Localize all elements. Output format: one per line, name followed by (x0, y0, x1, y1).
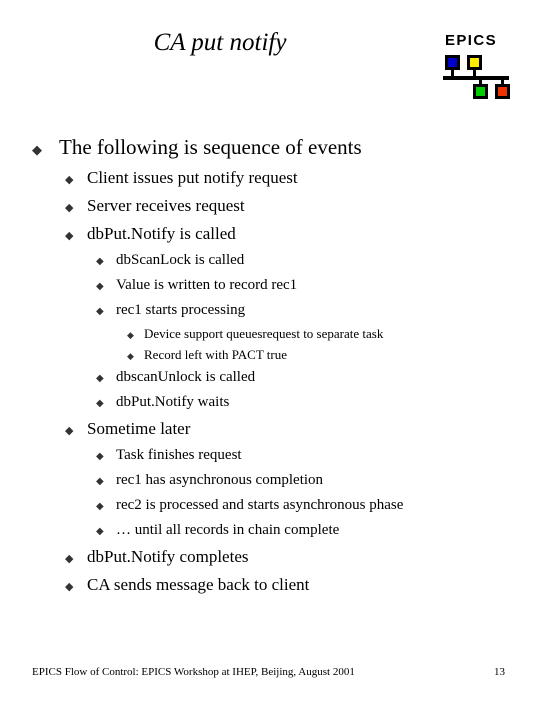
logo-square-green (473, 84, 488, 99)
bullet-text: rec2 is processed and starts asynchronou… (116, 497, 404, 513)
bullet-item: ◆ dbPut.Notify completes (0, 543, 540, 571)
logo-bus-line (443, 76, 509, 80)
bullet-text: Task finishes request (116, 447, 242, 463)
bullet-item: ◆ rec1 starts processing (0, 298, 540, 323)
diamond-bullet-icon: ◆ (65, 424, 74, 437)
bullet-text: Client issues put notify request (87, 168, 298, 187)
bullet-text: rec1 has asynchronous completion (116, 472, 324, 488)
bullet-text: The following is sequence of events (59, 135, 362, 159)
epics-wordmark: EPICS (445, 32, 498, 49)
diamond-bullet-icon: ◆ (96, 501, 104, 512)
diamond-bullet-icon: ◆ (96, 281, 104, 292)
bullet-item: ◆ dbPut.Notify is called (0, 220, 540, 248)
bullet-item: ◆ rec1 has asynchronous completion (0, 468, 540, 493)
bullet-item: ◆ Sometime later (0, 415, 540, 443)
diamond-bullet-icon: ◆ (96, 398, 104, 409)
bullet-item: ◆ Device support queuesrequest to separat… (0, 323, 540, 344)
bullet-item: ◆ Value is written to record rec1 (0, 273, 540, 298)
diamond-bullet-icon: ◆ (96, 373, 104, 384)
bullet-item: ◆ Record left with PACT true (0, 344, 540, 365)
epics-network-diagram-icon (443, 55, 518, 99)
diamond-bullet-icon: ◆ (65, 580, 74, 593)
diamond-bullet-icon: ◆ (65, 552, 74, 565)
bullet-text: Value is written to record rec1 (116, 277, 298, 293)
bullet-item: ◆ dbScanLock is called (0, 248, 540, 273)
bullet-item: ◆ dbPut.Notify waits (0, 390, 540, 415)
slide-footer: EPICS Flow of Control: EPICS Workshop at… (0, 664, 540, 684)
bullet-item: ◆ The following is sequence of events (0, 130, 540, 164)
diamond-bullet-icon: ◆ (96, 526, 104, 537)
epics-logo: EPICS (443, 32, 518, 99)
bullet-text: rec1 starts processing (116, 302, 246, 318)
bullet-item: ◆ … until all records in chain complete (0, 518, 540, 543)
bullet-text: Sometime later (87, 419, 191, 438)
bullet-text: Record left with PACT true (144, 347, 287, 362)
bullet-text: … until all records in chain complete (116, 522, 340, 538)
bullet-text: CA sends message back to client (87, 575, 310, 594)
diamond-bullet-icon: ◆ (65, 201, 74, 214)
bullet-item: ◆ CA sends message back to client (0, 571, 540, 599)
bullet-text: Device support queuesrequest to separate… (144, 326, 384, 341)
diamond-bullet-icon: ◆ (96, 306, 104, 317)
diamond-bullet-icon: ◆ (96, 256, 104, 267)
diamond-bullet-icon: ◆ (96, 451, 104, 462)
bullet-item: ◆ dbscanUnlock is called (0, 365, 540, 390)
footer-note: EPICS Flow of Control: EPICS Workshop at… (32, 666, 355, 678)
footer-page-number: 13 (494, 666, 505, 678)
diamond-bullet-icon: ◆ (65, 173, 74, 186)
logo-square-blue (445, 55, 460, 70)
bullet-text: dbScanLock is called (116, 252, 245, 268)
bullet-text: dbPut.Notify is called (87, 224, 236, 243)
bullet-item: ◆ Client issues put notify request (0, 164, 540, 192)
bullet-item: ◆ Task finishes request (0, 443, 540, 468)
page-title: CA put notify (153, 29, 287, 56)
bullet-text: Server receives request (87, 196, 245, 215)
bullet-text: dbPut.Notify waits (116, 394, 230, 410)
diamond-bullet-icon: ◆ (32, 143, 42, 158)
bullet-item: ◆ Server receives request (0, 192, 540, 220)
slide-content-list: ◆ The following is sequence of events ◆ Cli… (0, 130, 540, 599)
logo-square-red (495, 84, 510, 99)
logo-square-yellow (467, 55, 482, 70)
bullet-item: ◆ rec2 is processed and starts asynchrono… (0, 493, 540, 518)
slide-header: CA put notify EPICS (0, 0, 540, 120)
diamond-bullet-icon: ◆ (65, 229, 74, 242)
bullet-text: dbPut.Notify completes (87, 547, 249, 566)
bullet-text: dbscanUnlock is called (116, 369, 256, 385)
diamond-bullet-icon: ◆ (96, 476, 104, 487)
